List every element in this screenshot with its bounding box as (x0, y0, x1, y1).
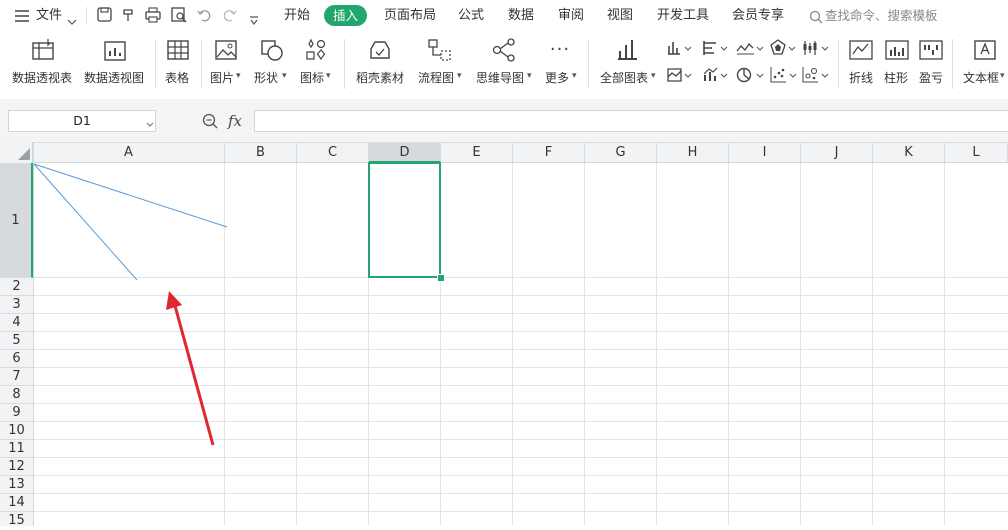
diagonal-line-lower (33, 163, 138, 281)
red-arrow-head (166, 291, 182, 310)
fill-handle[interactable] (437, 274, 445, 282)
diagonal-line-upper (33, 163, 228, 228)
red-arrow-shaft (172, 301, 215, 446)
diagonal-lines-overlay (33, 163, 228, 446)
active-cell-d1[interactable] (368, 162, 441, 278)
